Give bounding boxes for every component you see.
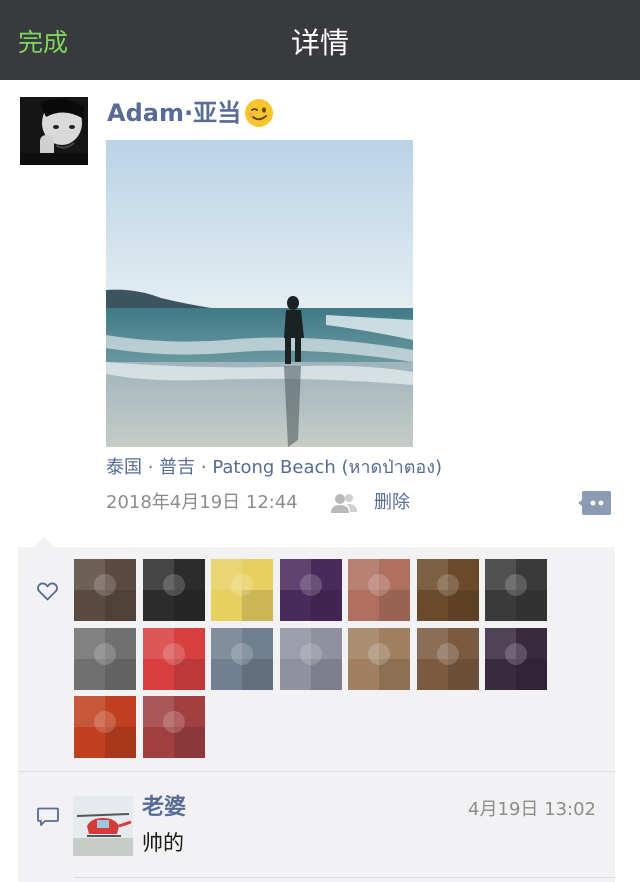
post-photo[interactable]: [106, 140, 413, 447]
liker-avatar[interactable]: [348, 627, 410, 690]
comment-icon: [37, 807, 59, 827]
liker-avatar[interactable]: [142, 696, 205, 758]
liker-avatar[interactable]: [74, 559, 136, 621]
section-divider: [18, 771, 615, 772]
liker-avatar[interactable]: [348, 559, 410, 621]
liker-avatar[interactable]: [485, 627, 547, 690]
wink-emoji-icon: [244, 98, 274, 128]
liker-avatar[interactable]: [279, 627, 342, 690]
page-title: 详情: [290, 26, 349, 60]
liker-avatar[interactable]: [485, 559, 547, 621]
liker-avatar[interactable]: [279, 559, 342, 621]
comment-more-icon[interactable]: [578, 491, 611, 515]
post-location[interactable]: 泰国 · 普吉 · Patong Beach (หาดป่าตอง): [106, 454, 442, 482]
author-avatar[interactable]: [20, 97, 88, 165]
commenter-name[interactable]: 老婆: [142, 792, 186, 824]
navigation-bar: 完成 详情: [0, 0, 640, 80]
post-time: 2018年4月19日 12:44: [106, 492, 298, 513]
liker-avatar[interactable]: [74, 696, 136, 758]
friends-icon[interactable]: [330, 492, 358, 514]
comment-text[interactable]: 帅的: [142, 827, 184, 859]
liker-avatar[interactable]: [142, 627, 205, 690]
liker-avatar[interactable]: [211, 559, 273, 621]
author-name[interactable]: Adam·亚当: [107, 96, 241, 130]
liker-avatar[interactable]: [211, 627, 273, 690]
commenter-avatar[interactable]: [73, 796, 133, 856]
liker-avatar[interactable]: [416, 627, 479, 690]
comment-divider: [74, 877, 615, 878]
delete-button[interactable]: 删除: [374, 488, 410, 518]
liker-avatar[interactable]: [142, 559, 205, 621]
liker-avatar[interactable]: [416, 559, 479, 621]
heart-icon: [37, 582, 58, 601]
comment-time: 4月19日 13:02: [468, 799, 596, 820]
likes-comments-panel: 老婆 4月19日 13:02 帅的: [18, 537, 615, 882]
liker-avatar[interactable]: [74, 627, 136, 690]
